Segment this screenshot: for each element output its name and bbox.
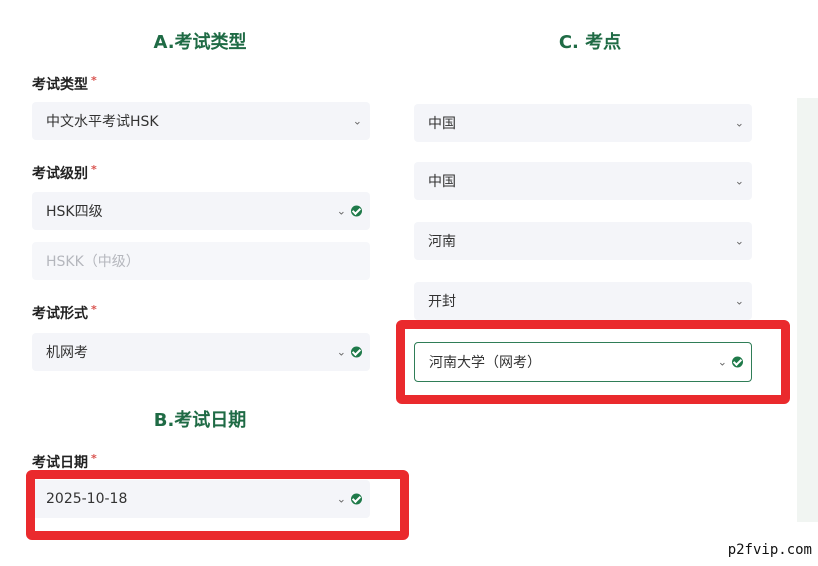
exam-type-select[interactable]: 中文水平考试HSK ⌄ <box>32 102 370 140</box>
exam-level-select[interactable]: HSK四级 ⌄ <box>32 192 370 230</box>
check-circle-icon <box>351 346 362 358</box>
highlight-box-date <box>26 470 409 540</box>
exam-sublevel-value: HSKK（中级） <box>46 254 140 270</box>
country-select[interactable]: 中国 ⌄ <box>414 104 752 142</box>
side-panel <box>797 98 818 522</box>
highlight-box-center <box>396 320 790 404</box>
exam-level-value: HSK四级 <box>46 204 103 220</box>
city-value: 开封 <box>428 294 456 310</box>
check-circle-icon <box>351 205 362 217</box>
exam-date-label-text: 考试日期 <box>32 455 88 471</box>
chevron-down-icon: ⌄ <box>734 294 744 308</box>
city-select[interactable]: 开封 ⌄ <box>414 282 752 320</box>
section-b-title: B.考试日期 <box>153 410 247 431</box>
exam-level-label-text: 考试级别 <box>32 166 88 182</box>
exam-sublevel-field: HSKK（中级） <box>32 242 370 280</box>
country-value: 中国 <box>428 116 456 132</box>
exam-type-value: 中文水平考试HSK <box>46 114 159 130</box>
province-value: 河南 <box>428 234 456 250</box>
chevron-down-icon: ⌄ <box>734 174 744 188</box>
section-c-title: C. 考点 <box>558 32 622 53</box>
exam-format-label: 考试形式 * <box>32 303 97 323</box>
required-mark: * <box>91 163 97 176</box>
exam-type-label-text: 考试类型 <box>32 77 88 93</box>
exam-format-select[interactable]: 机网考 ⌄ <box>32 333 370 371</box>
exam-level-label: 考试级别 * <box>32 163 97 183</box>
chevron-down-icon: ⌄ <box>734 234 744 248</box>
required-mark: * <box>91 452 97 465</box>
required-mark: * <box>91 303 97 316</box>
region-value: 中国 <box>428 174 456 190</box>
chevron-down-icon: ⌄ <box>336 345 346 359</box>
exam-format-label-text: 考试形式 <box>32 306 88 322</box>
watermark: p2fvip.com <box>727 542 812 558</box>
section-a-title: A.考试类型 <box>153 32 247 53</box>
required-mark: * <box>91 74 97 87</box>
exam-type-label: 考试类型 * <box>32 74 97 94</box>
chevron-down-icon: ⌄ <box>734 116 744 130</box>
exam-format-value: 机网考 <box>46 345 88 361</box>
region-select[interactable]: 中国 ⌄ <box>414 162 752 200</box>
province-select[interactable]: 河南 ⌄ <box>414 222 752 260</box>
chevron-down-icon: ⌄ <box>352 114 362 128</box>
exam-date-label: 考试日期 * <box>32 452 97 472</box>
chevron-down-icon: ⌄ <box>336 204 346 218</box>
